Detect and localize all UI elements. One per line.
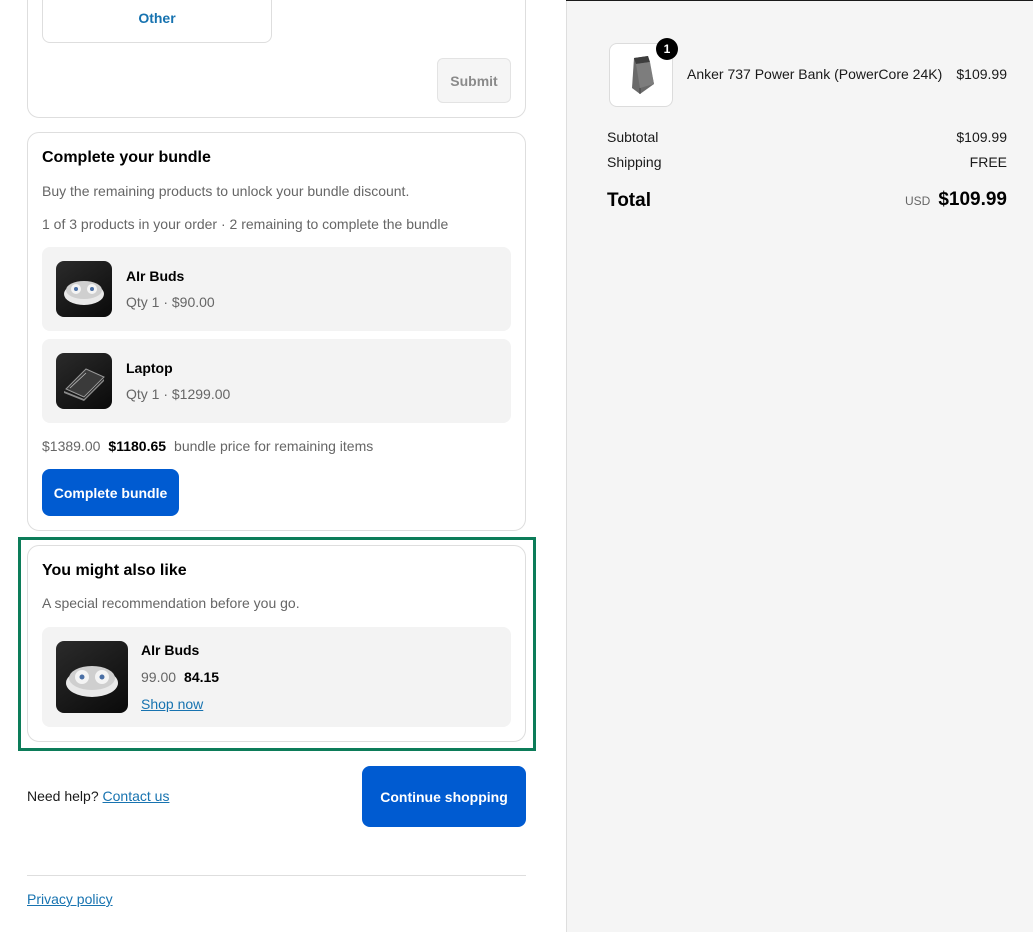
earbuds-image [56, 261, 112, 317]
help-text-line: Need help? Contact us [27, 788, 169, 804]
currency-code: USD [904, 194, 931, 208]
subtotal-label: Subtotal [607, 129, 659, 145]
bundle-title: Complete your bundle [42, 149, 211, 166]
bundle-item-meta: Qty 1 · $1299.00 [126, 386, 231, 402]
shipping-value: FREE [969, 154, 1007, 170]
bundle-item-meta: Qty 1 · $90.00 [126, 294, 215, 310]
recommendation-price: 99.00 84.15 [141, 669, 219, 685]
complete-bundle-button[interactable]: Complete bundle [42, 469, 179, 516]
bundle-price-line: $1389.00 $1180.65 bundle price for remai… [42, 438, 373, 454]
bundle-item-name: AIr Buds [126, 268, 185, 284]
earbuds-image [56, 641, 128, 713]
privacy-policy-link[interactable]: Privacy policy [27, 891, 113, 907]
recommendation-item-name: AIr Buds [141, 642, 200, 658]
recommendation-new-price: 84.15 [184, 669, 220, 685]
bundle-item: AIr Buds Qty 1 · $90.00 [42, 247, 511, 331]
product-name: Anker 737 Power Bank (PowerCore 24K) [687, 66, 943, 82]
footer-divider [27, 875, 526, 876]
recommendation-item: AIr Buds 99.00 84.15 Shop now [42, 627, 511, 727]
submit-button[interactable]: Submit [437, 58, 511, 103]
bundle-price: $1180.65 [108, 438, 167, 454]
survey-card: Other Submit [27, 0, 526, 118]
bundle-item: Laptop Qty 1 · $1299.00 [42, 339, 511, 423]
order-summary: 1 Anker 737 Power Bank (PowerCore 24K) $… [566, 1, 1033, 932]
bundle-card: Complete your bundle Buy the remaining p… [27, 132, 526, 531]
shop-now-link[interactable]: Shop now [141, 696, 203, 712]
bundle-item-name: Laptop [126, 360, 173, 376]
total-value-group: USD $109.99 [905, 189, 1007, 211]
shipping-label: Shipping [607, 154, 662, 170]
main-column: Other Submit Complete your bundle Buy th… [0, 0, 566, 932]
recommendation-title: You might also like [42, 562, 187, 579]
bundle-description: Buy the remaining products to unlock you… [42, 183, 410, 199]
total-label: Total [607, 190, 651, 211]
product-price: $109.99 [956, 66, 1007, 82]
need-help-label: Need help? [27, 788, 99, 804]
recommendation-old-price: 99.00 [141, 669, 177, 685]
bundle-progress: 1 of 3 products in your order · 2 remain… [42, 216, 449, 232]
subtotal-value: $109.99 [956, 129, 1007, 145]
recommendation-card: You might also like A special recommenda… [27, 545, 526, 742]
recommendation-description: A special recommendation before you go. [42, 595, 300, 611]
original-price: $1389.00 [42, 438, 101, 454]
total-amount: $109.99 [938, 189, 1007, 210]
survey-option-other[interactable]: Other [42, 0, 272, 43]
contact-us-link[interactable]: Contact us [103, 788, 170, 804]
laptop-image [56, 353, 112, 409]
quantity-badge: 1 [656, 38, 678, 60]
continue-shopping-button[interactable]: Continue shopping [362, 766, 526, 827]
bundle-price-note: bundle price for remaining items [174, 438, 374, 454]
